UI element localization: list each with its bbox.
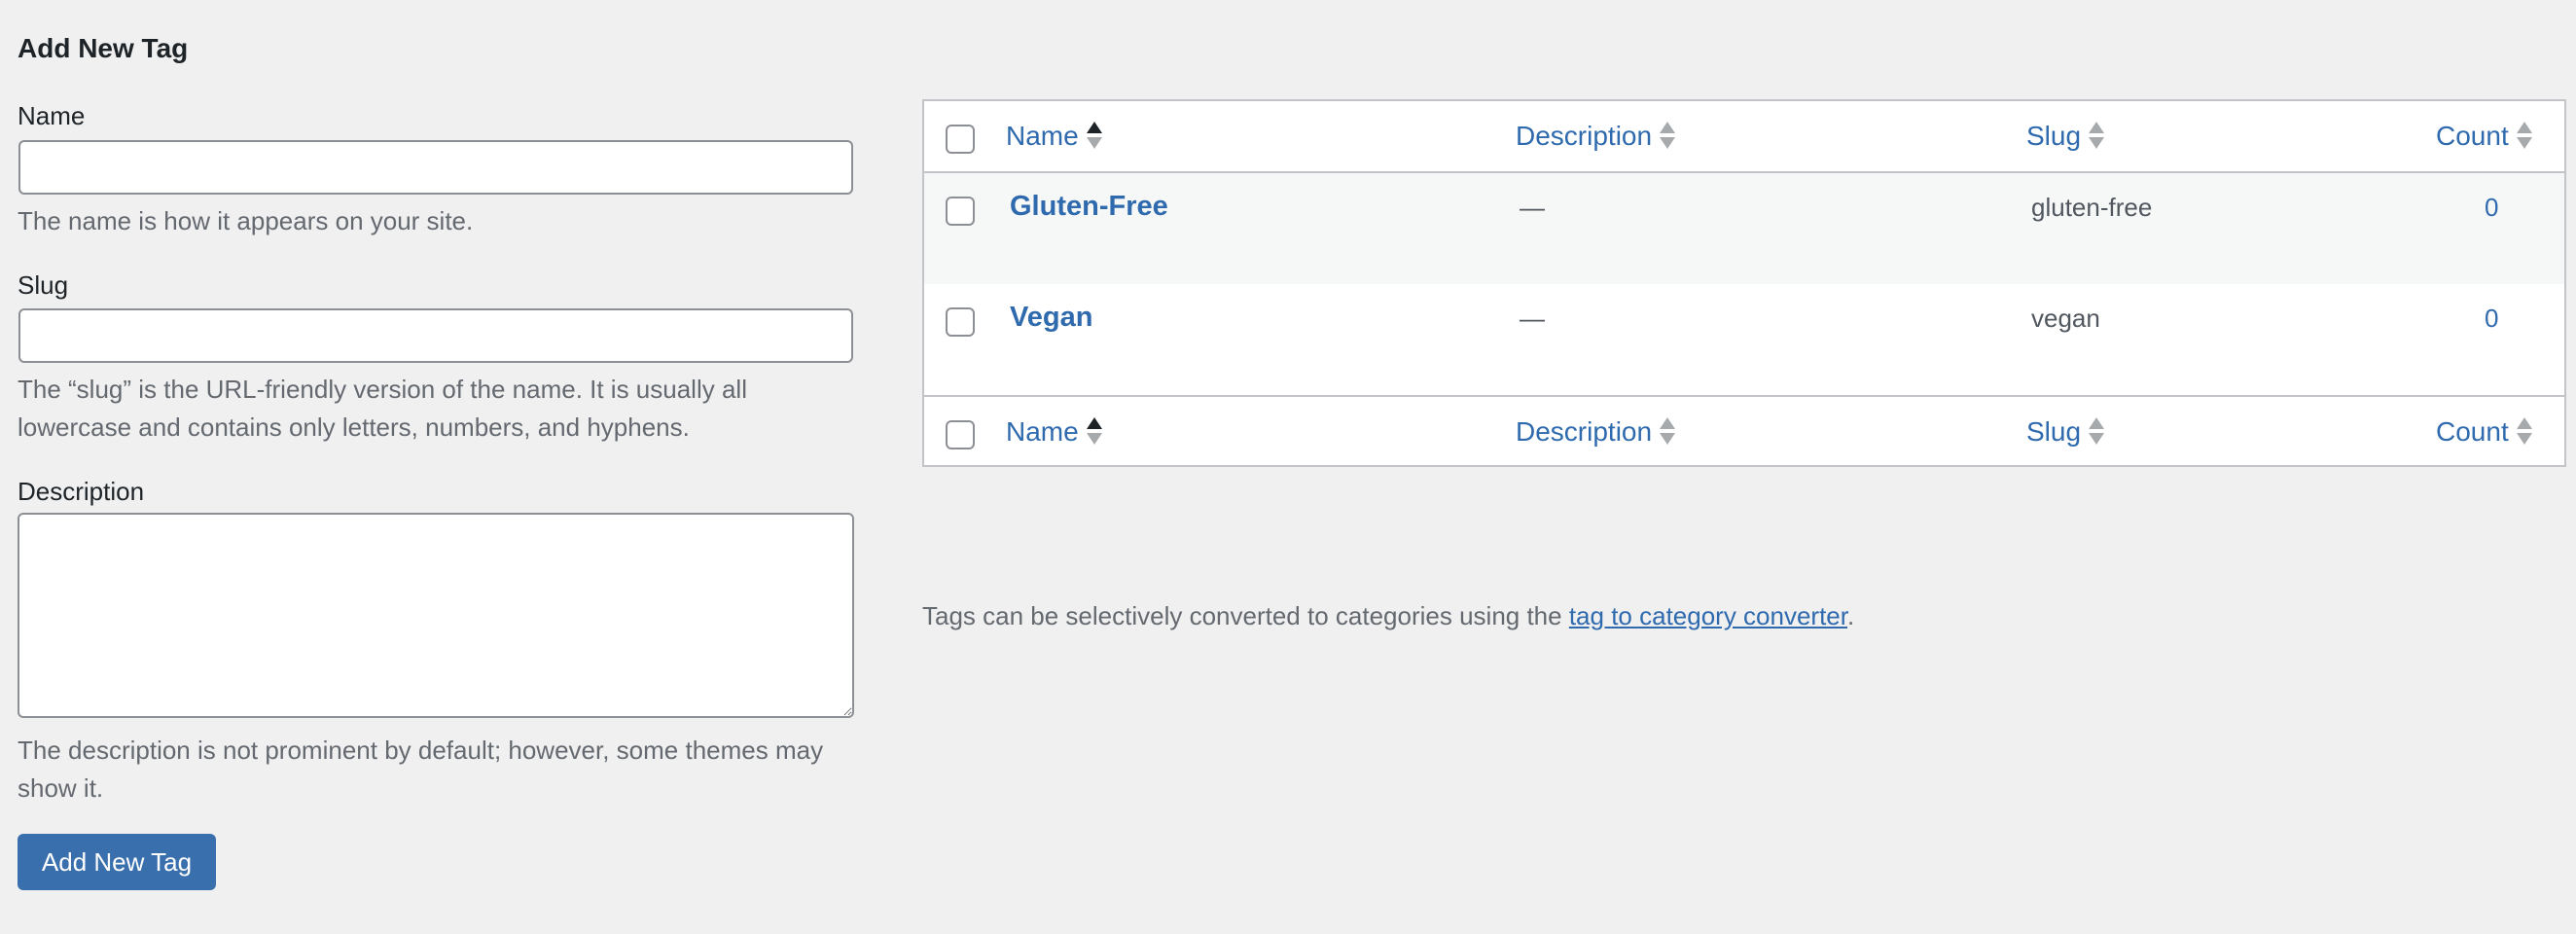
slug-input[interactable]: [18, 308, 853, 363]
column-header-description[interactable]: Description: [1516, 120, 1676, 154]
tag-description: —: [1520, 304, 1545, 333]
sort-icon: [2516, 415, 2532, 447]
tag-description: —: [1520, 193, 1545, 222]
column-footer-description[interactable]: Description: [1516, 415, 1676, 449]
tag-count-link[interactable]: 0: [2485, 304, 2498, 334]
column-label: Slug: [2026, 121, 2082, 151]
column-label: Slug: [2026, 416, 2082, 447]
sort-ascending-icon: [1086, 415, 1102, 447]
sort-icon: [2089, 415, 2105, 447]
note-suffix: .: [1847, 601, 1855, 630]
select-all-checkbox[interactable]: [946, 125, 975, 154]
tag-slug: vegan: [2031, 304, 2100, 333]
name-input[interactable]: [18, 140, 853, 195]
slug-help-text: The “slug” is the URL-friendly version o…: [18, 375, 747, 442]
description-label: Description: [18, 477, 145, 506]
sort-icon: [1660, 120, 1676, 151]
description-textarea[interactable]: [18, 513, 854, 718]
page-title: Add New Tag: [18, 33, 189, 63]
tag-name-link[interactable]: Gluten-Free: [1010, 191, 1168, 223]
slug-label: Slug: [18, 270, 69, 300]
column-header-name[interactable]: Name: [1006, 121, 1102, 154]
column-label: Name: [1006, 121, 1079, 151]
name-help-text: The name is how it appears on your site.: [18, 206, 474, 235]
table-row: Vegan — vegan 0: [924, 284, 2564, 395]
column-footer-count[interactable]: Count: [2436, 416, 2532, 449]
table-footer: Name Description Slug Count: [924, 395, 2564, 467]
name-label: Name: [18, 101, 86, 130]
column-label: Name: [1006, 416, 1079, 447]
table-row: Gluten-Free — gluten-free 0: [924, 173, 2564, 284]
add-new-tag-button[interactable]: Add New Tag: [18, 834, 216, 890]
tag-name-link[interactable]: Vegan: [1010, 302, 1092, 334]
sort-icon: [2089, 120, 2105, 151]
column-label: Count: [2436, 416, 2509, 447]
select-all-checkbox-footer[interactable]: [946, 420, 975, 449]
column-footer-slug[interactable]: Slug: [2026, 415, 2105, 449]
column-header-count[interactable]: Count: [2436, 121, 2532, 154]
column-label: Description: [1516, 121, 1653, 151]
tag-to-category-converter-link[interactable]: tag to category converter: [1569, 601, 1847, 630]
table-header: Name Description Slug Count: [924, 101, 2564, 173]
note-text: Tags can be selectively converted to cat…: [922, 601, 1569, 630]
row-checkbox[interactable]: [946, 307, 975, 337]
column-label: Description: [1516, 416, 1653, 447]
column-footer-name[interactable]: Name: [1006, 416, 1102, 449]
description-help-text: The description is not prominent by defa…: [18, 736, 824, 803]
converter-note: Tags can be selectively converted to cat…: [922, 601, 1854, 631]
tag-slug: gluten-free: [2031, 193, 2153, 222]
sort-ascending-icon: [1086, 120, 1102, 151]
tags-table: Name Description Slug Count Gluten-Free …: [922, 99, 2566, 467]
column-label: Count: [2436, 121, 2509, 151]
tag-count-link[interactable]: 0: [2485, 193, 2498, 223]
column-header-slug[interactable]: Slug: [2026, 120, 2105, 154]
row-checkbox[interactable]: [946, 197, 975, 226]
sort-icon: [1660, 415, 1676, 447]
sort-icon: [2516, 120, 2532, 151]
